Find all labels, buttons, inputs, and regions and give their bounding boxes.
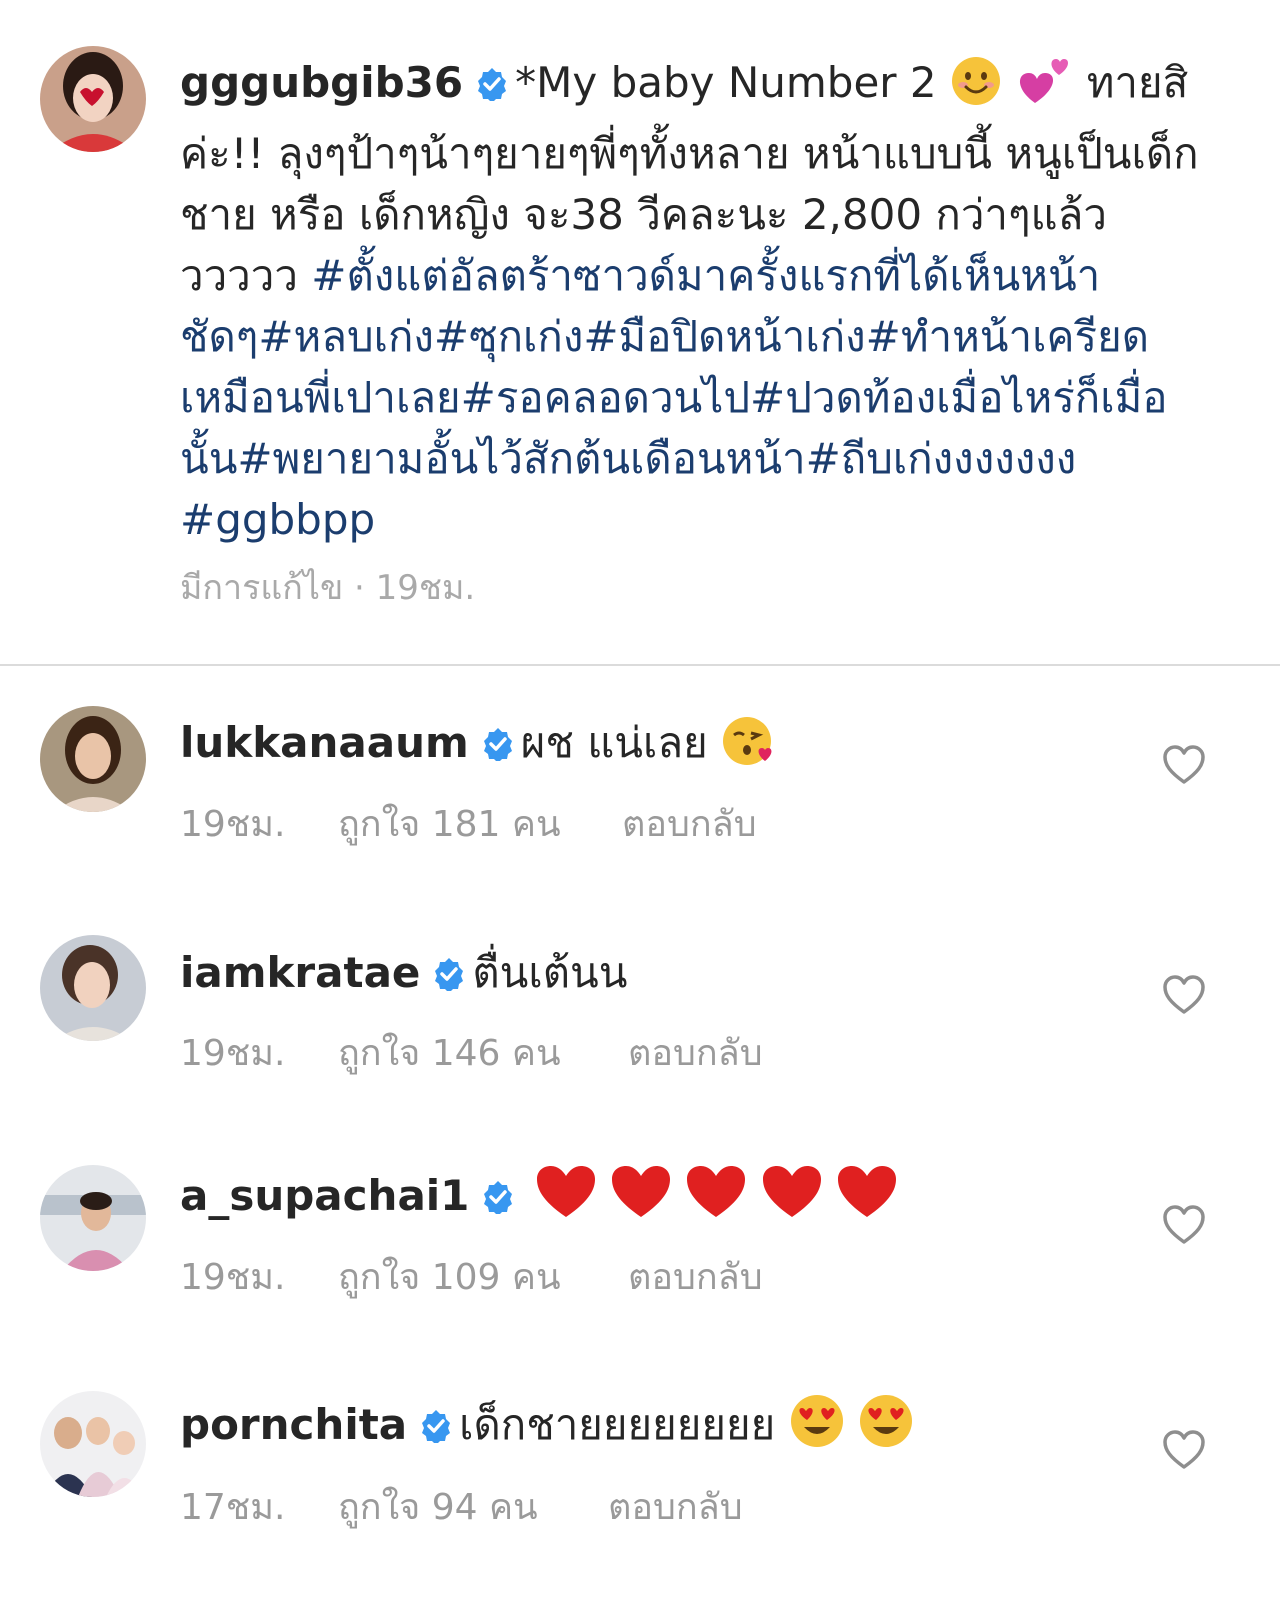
verified-badge-icon [475,67,509,101]
comment-username[interactable]: lukkanaaum [180,718,469,767]
heart-outline-icon[interactable] [1162,1430,1206,1470]
comment-likes[interactable]: ถูกใจ 94 คน [338,1478,608,1535]
comment-time: 17ชม. [180,1487,286,1528]
comment-username[interactable]: a_supachai1 [180,1171,469,1220]
reply-button[interactable]: ตอบกลับ [622,795,757,852]
caption-hashtags[interactable]: #ตั้งแต่อัลตร้าซาวด์มาครั้งแรกที่ได้เห็น… [180,251,1168,544]
comment-avatar[interactable] [40,1391,146,1497]
comment-avatar[interactable] [40,1165,146,1271]
comment-avatar[interactable] [40,706,146,812]
comment-body: iamkratae ตื่นเต้นน [180,940,627,1006]
comment-text: ตื่นเต้นน [472,948,628,997]
verified-badge-icon [432,957,466,991]
comment-body: pornchita เด็กชายยยยยยยย [180,1392,914,1459]
reply-button[interactable]: ตอบกลับ [608,1478,743,1535]
comment-likes[interactable]: ถูกใจ 181 คน [338,795,622,852]
smiling-emoji [950,55,1002,123]
red-heart-emoji [836,1164,898,1230]
kissing-heart-emoji [721,715,777,777]
two-hearts-emoji [1015,55,1073,123]
comment-text: เด็กชายยยยยยยย [459,1400,776,1449]
reply-button[interactable]: ตอบกลับ [628,1248,763,1305]
comment-likes[interactable]: ถูกใจ 109 คน [338,1248,628,1305]
heart-outline-icon[interactable] [1162,745,1206,785]
post-caption: gggubgib36 *My baby Number 2 ทายสิค่ะ!! ล… [180,52,1220,550]
comment-avatar[interactable] [40,935,146,1041]
comment-meta: 19ชม. ถูกใจ 146 คน ตอบกลับ [180,1024,763,1081]
caption-text-start: *My baby Number 2 [515,58,937,107]
comment-meta: 19ชม. ถูกใจ 109 คน ตอบกลับ [180,1248,763,1305]
post-author-avatar[interactable] [40,46,146,152]
verified-badge-icon [481,1180,515,1214]
heart-outline-icon[interactable] [1162,1205,1206,1245]
comment-time: 19ชม. [180,804,286,845]
comment-username[interactable]: pornchita [180,1400,407,1449]
comment-body: lukkanaaum ผช แน่เลย [180,710,777,777]
comment-meta: 19ชม. ถูกใจ 181 คน ตอบกลับ [180,795,757,852]
red-heart-emoji [685,1164,747,1230]
comment-likes[interactable]: ถูกใจ 146 คน [338,1024,628,1081]
verified-badge-icon [419,1409,453,1443]
post-edited-time: มีการแก้ไข · 19ชม. [180,568,476,608]
heart-outline-icon[interactable] [1162,975,1206,1015]
post-username[interactable]: gggubgib36 [180,58,463,107]
verified-badge-icon [481,727,515,761]
comment-meta: 17ชม. ถูกใจ 94 คน ตอบกลับ [180,1478,743,1535]
divider [0,664,1280,666]
red-heart-emoji [610,1164,672,1230]
comment-text: ผช แน่เลย [520,718,708,767]
heart-eyes-emoji [789,1393,845,1459]
red-heart-emoji [761,1164,823,1230]
comment-time: 19ชม. [180,1033,286,1074]
heart-eyes-emoji [858,1393,914,1459]
red-heart-emoji [535,1164,597,1230]
comment-body: a_supachai1 [180,1164,898,1230]
reply-button[interactable]: ตอบกลับ [628,1024,763,1081]
comment-username[interactable]: iamkratae [180,948,420,997]
comment-time: 19ชม. [180,1257,286,1298]
